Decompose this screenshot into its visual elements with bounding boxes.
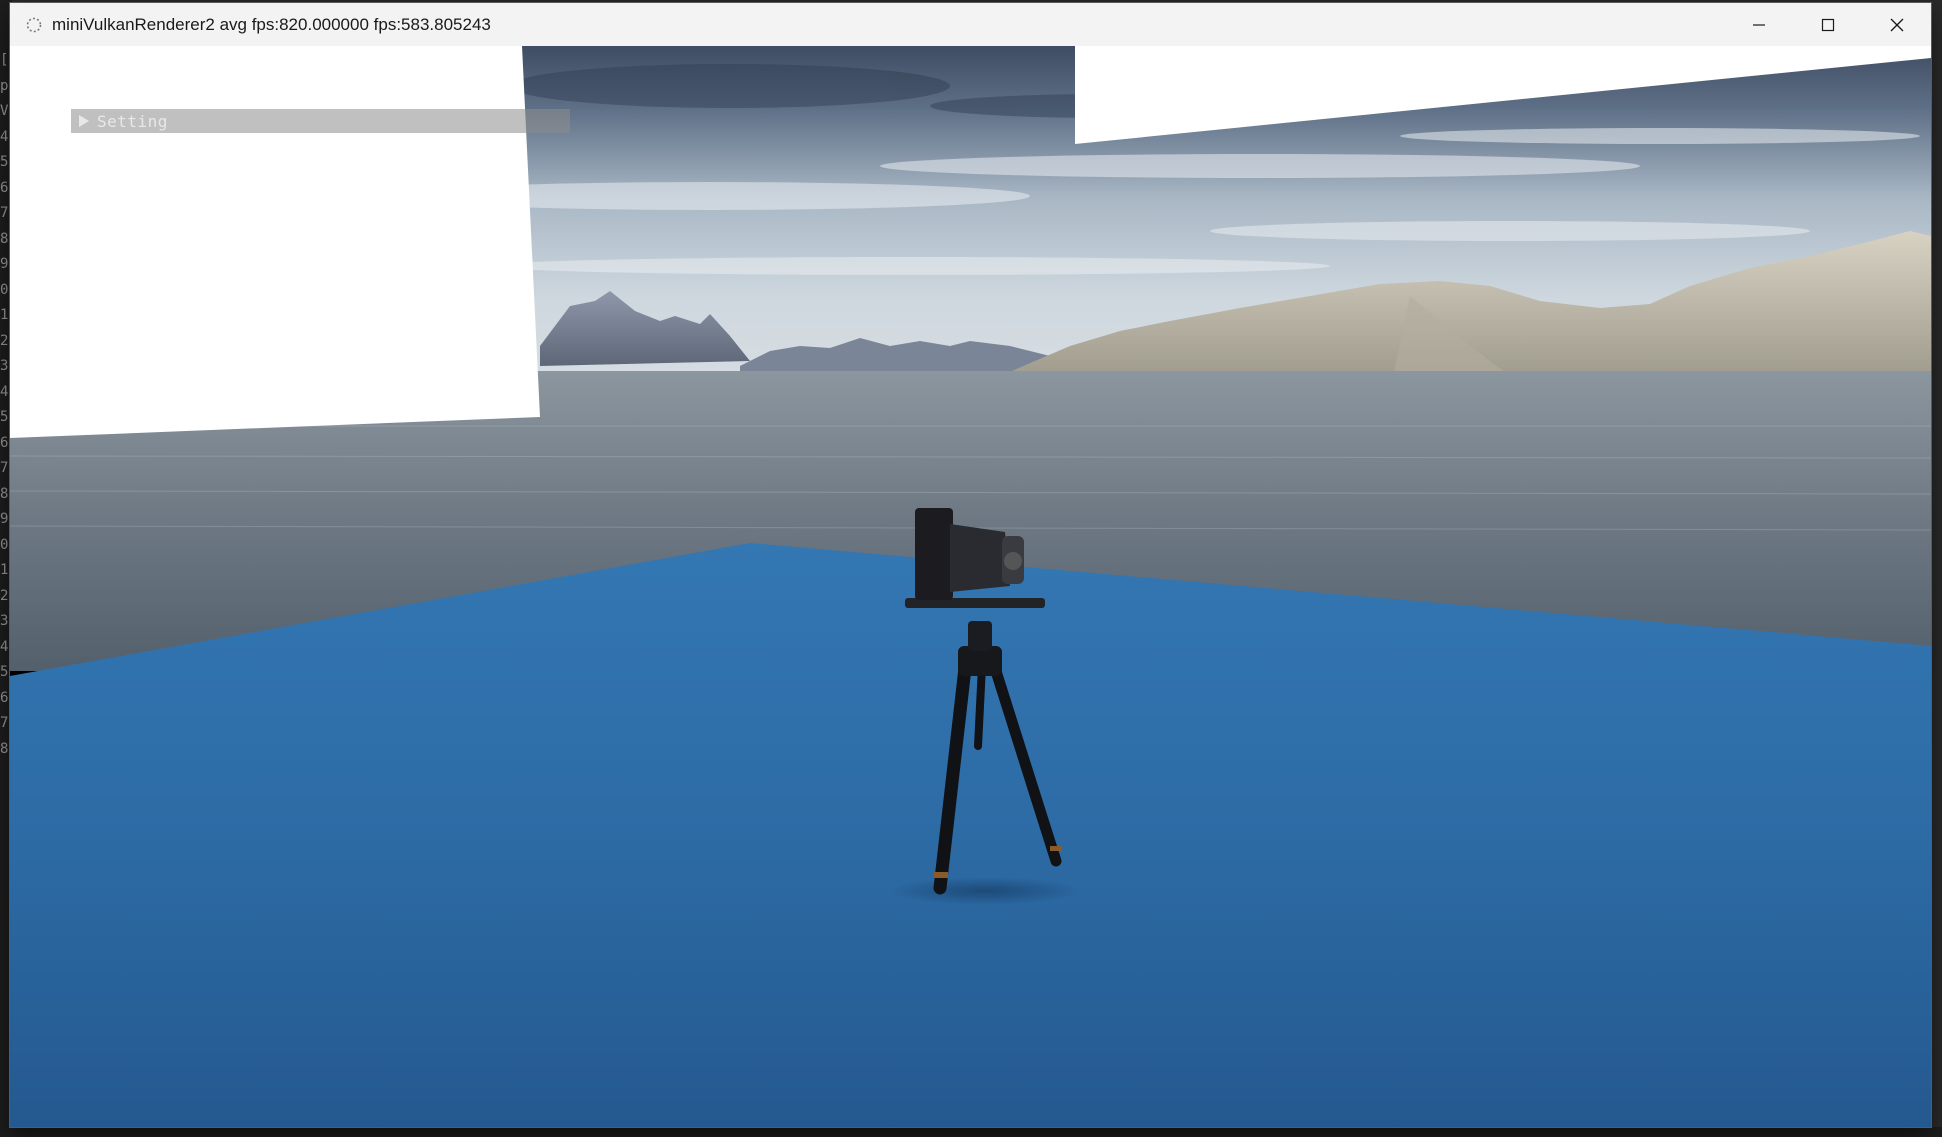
rendered-scene [10, 46, 1931, 1127]
minimize-button[interactable] [1724, 3, 1793, 46]
renderer-window[interactable]: miniVulkanRenderer2 avg fps:820.000000 f… [10, 3, 1931, 1127]
title-bar[interactable]: miniVulkanRenderer2 avg fps:820.000000 f… [10, 3, 1931, 46]
setting-label: Setting [97, 111, 168, 131]
close-button[interactable] [1862, 3, 1931, 46]
imgui-setting-header[interactable]: Setting [71, 109, 570, 133]
maximize-icon [1821, 18, 1834, 31]
window-title: miniVulkanRenderer2 avg fps:820.000000 f… [52, 14, 491, 34]
maximize-button[interactable] [1793, 3, 1862, 46]
collapse-arrow-icon[interactable] [79, 115, 89, 127]
render-viewport[interactable]: Setting [10, 46, 1931, 1127]
minimize-icon [1752, 23, 1765, 26]
app-loading-icon [24, 15, 44, 35]
close-icon [1890, 18, 1903, 31]
taskbar-strip [0, 1127, 1942, 1137]
